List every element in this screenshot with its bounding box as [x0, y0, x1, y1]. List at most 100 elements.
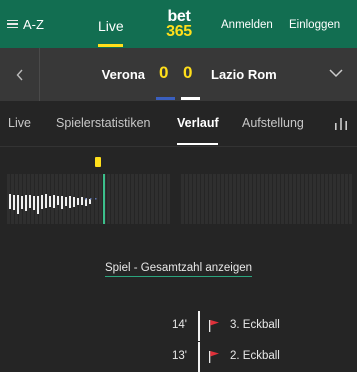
timeline-column: [341, 174, 344, 224]
tab-live[interactable]: Live: [8, 101, 31, 146]
timeline-dot: [95, 198, 97, 200]
away-bar: [85, 199, 87, 206]
timeline-column: [131, 174, 134, 224]
away-bar: [73, 199, 75, 207]
away-bar: [29, 199, 31, 208]
event-row: 14' 3. Eckball: [0, 311, 357, 341]
home-bar: [77, 198, 79, 199]
timeline-column: [305, 174, 308, 224]
away-bar: [65, 199, 67, 206]
login-button[interactable]: Anmelden: [221, 0, 273, 48]
bet365-logo[interactable]: bet 365: [161, 8, 197, 40]
timeline-column: [345, 174, 348, 224]
hamburger-icon: [7, 19, 18, 29]
timeline-column: [273, 174, 276, 224]
away-bar: [57, 199, 59, 205]
chevron-down-icon[interactable]: [329, 66, 343, 80]
timeline-column: [337, 174, 340, 224]
away-team-color-bar: [181, 97, 200, 100]
corner-flag-icon: [209, 351, 219, 363]
timeline-column: [325, 174, 328, 224]
match-timeline[interactable]: [0, 147, 357, 227]
timeline-column: [301, 174, 304, 224]
back-button[interactable]: [0, 48, 40, 101]
timeline-column: [349, 174, 352, 224]
timeline-column: [241, 174, 244, 224]
show-total-label: Spiel - Gesamtzahl anzeigen: [104, 262, 253, 277]
away-bar: [17, 199, 19, 214]
timeline-column: [123, 174, 126, 224]
home-bar: [37, 196, 39, 199]
timeline-column: [285, 174, 288, 224]
timeline-column: [289, 174, 292, 224]
away-bar: [9, 199, 11, 209]
logo-text-bottom: 365: [166, 23, 192, 40]
home-bar: [81, 197, 83, 199]
timeline-column: [127, 174, 130, 224]
home-bar: [29, 195, 31, 199]
away-bar: [77, 199, 79, 205]
stats-button[interactable]: [325, 101, 357, 146]
timeline-column: [151, 174, 154, 224]
home-bar: [41, 195, 43, 199]
away-bar: [61, 199, 63, 209]
show-total-link[interactable]: Spiel - Gesamtzahl anzeigen: [0, 262, 357, 277]
timeline-column: [257, 174, 260, 224]
timeline-column: [119, 174, 122, 224]
timeline-column: [321, 174, 324, 224]
timeline-column: [265, 174, 268, 224]
timeline-column: [217, 174, 220, 224]
event-minute: 13': [172, 350, 187, 362]
home-bar: [65, 197, 67, 199]
timeline-column: [205, 174, 208, 224]
current-time-marker: [103, 174, 105, 224]
logo-text-top: bet: [167, 8, 191, 25]
timeline-column: [197, 174, 200, 224]
timeline-column: [159, 174, 162, 224]
timeline-column: [297, 174, 300, 224]
timeline-column: [293, 174, 296, 224]
az-menu-button[interactable]: A-Z: [7, 0, 44, 48]
home-bar: [69, 196, 71, 199]
event-label: 3. Eckball: [230, 319, 280, 331]
timeline-column: [181, 174, 184, 224]
event-minute: 14': [172, 319, 187, 331]
timeline-column: [139, 174, 142, 224]
event-timeline-line: [198, 311, 200, 341]
away-bar: [37, 199, 39, 214]
away-bar: [13, 199, 15, 210]
tab-active-indicator: [177, 143, 218, 145]
timeline-column: [253, 174, 256, 224]
timeline-column: [229, 174, 232, 224]
az-menu-label: A-Z: [23, 16, 44, 32]
timeline-column: [313, 174, 316, 224]
timeline-column: [135, 174, 138, 224]
away-bar: [69, 199, 71, 208]
timeline-column: [213, 174, 216, 224]
timeline-column: [189, 174, 192, 224]
chevron-left-icon: [16, 69, 23, 80]
nav-live[interactable]: Live: [98, 0, 124, 48]
timeline-column: [269, 174, 272, 224]
away-bar: [41, 199, 43, 209]
timeline-column: [329, 174, 332, 224]
timeline-column: [317, 174, 320, 224]
tab-lineup[interactable]: Aufstellung: [242, 101, 304, 146]
corner-flag-icon: [209, 320, 219, 332]
timeline-column: [309, 174, 312, 224]
timeline-column: [333, 174, 336, 224]
away-bar: [53, 199, 55, 208]
event-marker: [95, 157, 101, 167]
timeline-column: [147, 174, 150, 224]
away-bar: [21, 199, 23, 209]
home-team-color-bar: [156, 97, 175, 100]
timeline-column: [261, 174, 264, 224]
register-button[interactable]: Einloggen: [289, 0, 340, 48]
away-bar: [45, 199, 47, 208]
timeline-column: [249, 174, 252, 224]
tab-history[interactable]: Verlauf: [177, 101, 219, 146]
tab-player-stats[interactable]: Spielerstatistiken: [56, 101, 151, 146]
event-label: 2. Eckball: [230, 350, 280, 362]
home-bar: [21, 196, 23, 199]
away-bar: [33, 199, 35, 210]
